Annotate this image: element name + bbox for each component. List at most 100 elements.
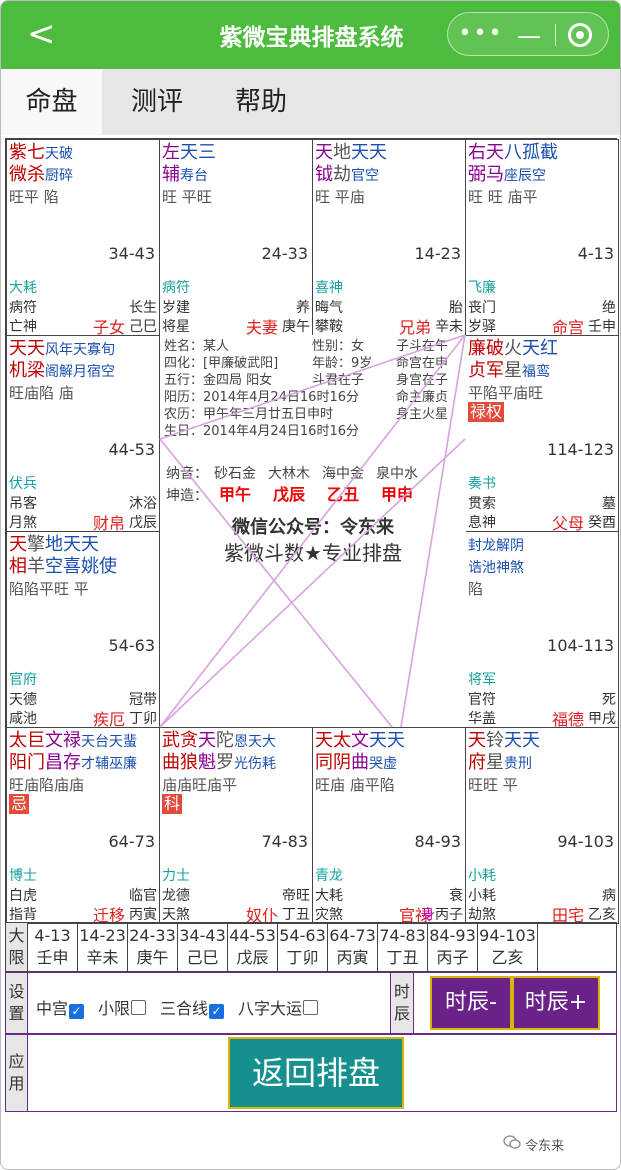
suijian-star: 小耗 xyxy=(468,888,496,904)
daxian-range: 54-63 xyxy=(279,926,326,945)
palace-ganzhi: 癸酉 xyxy=(588,512,616,531)
return-chart-button[interactable]: 返回排盘 xyxy=(228,1037,404,1109)
brightness-text: 旺 平庙 xyxy=(315,188,365,206)
star-name: 阁解月宿空 xyxy=(45,364,115,380)
info-value: 斗君在子 xyxy=(312,373,365,388)
palace-cell[interactable]: 天铃天天 府星贵刑 旺旺 平 94-103 小耗 小耗病劫煞 田宅 乙亥 xyxy=(465,727,619,924)
slogan: 紫微斗数★专业排盘 xyxy=(224,541,402,565)
settings-row: 设置 中宫 ✓ 小限 三合线 ✓ 八字大运 时辰 时辰- 时辰+ xyxy=(5,972,617,1034)
info-value: 2014年4月24日16时16分 xyxy=(203,390,359,405)
daxian-cell[interactable]: 64-73 丙寅 xyxy=(328,923,378,971)
close-circle-icon[interactable] xyxy=(568,23,592,47)
star-name: 铃 xyxy=(486,730,504,751)
nayin-item: 大林木 xyxy=(268,466,310,482)
tab-chart[interactable]: 命盘 xyxy=(1,69,102,135)
star-name: 机梁 xyxy=(9,360,45,381)
star-name: 紫七 xyxy=(9,142,45,163)
info-value: 女 xyxy=(351,339,365,354)
option-checkbox[interactable] xyxy=(131,1000,147,1015)
nayin-item: 砂石金 xyxy=(214,466,256,482)
daxian-range: 44-53 xyxy=(229,926,276,945)
info-row-right: 子斗在午 xyxy=(396,339,449,354)
palace-cell[interactable]: 太巨文禄天台天蜚 阳门昌存才辅巫廉 旺庙陷庙庙忌 64-73 博士 白虎 临官 指背 迁移 丙寅 xyxy=(6,727,160,924)
daxian-cell[interactable]: 84-93 丙子 xyxy=(428,923,478,971)
palace-cell[interactable]: 封龙解阴 诰池神煞 陷 104-113 将军 官符死华盖 福德 甲戌 xyxy=(465,531,619,728)
jiangqian-star: 咸池 xyxy=(9,711,37,727)
info-row: 阳历：2014年4月24日16时16分 xyxy=(164,390,359,406)
star-name: 福鸾 xyxy=(522,364,550,380)
daxian-range: 34-43 xyxy=(179,926,226,945)
daxian-ganzhi: 丁卯 xyxy=(286,948,319,967)
star-name: 天 xyxy=(315,142,333,163)
suijian-star: 吊客 xyxy=(9,496,37,512)
star-name: 恩天大 xyxy=(234,734,276,750)
star-name: 八孤截 xyxy=(504,142,558,163)
daxian-cell[interactable]: 74-83 丁丑 xyxy=(378,923,428,971)
boshi-star: 大耗 xyxy=(9,280,37,296)
daxian-cell[interactable]: 34-43 己巳 xyxy=(178,923,228,971)
star-line: 府星贵刑 xyxy=(468,752,616,775)
suijian-star: 病符 xyxy=(9,300,37,316)
changsheng-stage: 养 xyxy=(296,300,310,316)
tab-evaluation[interactable]: 测评 xyxy=(105,69,209,135)
bazi-row: 坤造： 甲午 戊辰 乙丑 甲申 xyxy=(166,481,424,505)
apply-row: 应用 返回排盘 xyxy=(5,1034,617,1112)
star-name: 劫 xyxy=(333,164,351,185)
info-row: 四化：[甲廉破武阳] xyxy=(164,356,278,372)
tab-help[interactable]: 帮助 xyxy=(209,69,313,135)
daxian-cell[interactable]: 54-63 丁卯 xyxy=(278,923,328,971)
option-label: 中宫 xyxy=(36,999,69,1018)
daxian-cell[interactable]: 14-23 辛未 xyxy=(78,923,128,971)
star-name: 陀 xyxy=(216,730,234,751)
daxian-cell[interactable]: 4-13 壬申 xyxy=(28,923,78,971)
changsheng-stage: 衰 xyxy=(449,888,463,904)
jiangqian-star: 天煞 xyxy=(162,907,190,923)
option-checkbox[interactable] xyxy=(303,1000,319,1015)
star-name: 文 xyxy=(351,730,369,751)
more-dots-icon[interactable]: ••• xyxy=(458,21,504,46)
palace-cell[interactable]: 廉破火天红 贞军星福鸾 平陷平庙旺 禄权 114-123 奏书 贯索墓息神 父母 癸酉 xyxy=(465,335,619,532)
changsheng-stage: 胎 xyxy=(449,300,463,316)
palace-cell[interactable]: 天太文天天 同阴曲哭虚 旺庙 庙平陷 84-93 青龙 大耗衰灾煞 官禄 身丙子 xyxy=(312,727,466,924)
suijian-star: 白虎 xyxy=(9,888,37,904)
star-name: 封龙解阴 xyxy=(468,538,524,554)
info-value: 甲午年三月廿五日申时 xyxy=(203,407,334,422)
palace-chart: 紫七天破 微杀厨碎 旺平 陷 34-43 大耗 病符 长生 亡神 子女 己巳 左天三 辅寿台旺 平旺 2… xyxy=(5,138,619,924)
palace-cell[interactable]: 天地天天 钺劫官空旺 平庙 14-23 喜神 晦气胎攀鞍 兄弟 辛未 xyxy=(312,139,466,336)
star-line: 辅寿台 xyxy=(162,164,310,187)
palace-cell[interactable]: 紫七天破 微杀厨碎 旺平 陷 34-43 大耗 病符 长生 亡神 子女 己巳 xyxy=(6,139,160,336)
ganzhi-text: 戊辰 xyxy=(129,515,157,531)
star-line: 廉破火天红 xyxy=(468,338,616,360)
jiangqian-star: 指背 xyxy=(9,907,37,923)
suijian-star: 岁建 xyxy=(162,300,190,316)
palace-cell[interactable]: 天擎地天天 相羊空喜姚使 陷陷平旺 平 54-63 官府 天德 冠带 咸池 疾厄 丁卯 xyxy=(6,531,160,728)
daxian-cell[interactable]: 44-53 戊辰 xyxy=(228,923,278,971)
shichen-next-button[interactable]: 时辰+ xyxy=(512,976,600,1030)
star-name: 武贪 xyxy=(162,730,198,751)
tab-bar: 命盘 测评 帮助 xyxy=(1,69,620,135)
jiangqian-star: 月煞 xyxy=(9,515,37,531)
bazi-pillar: 甲申 xyxy=(380,485,413,504)
option-checkbox[interactable]: ✓ xyxy=(209,1004,225,1019)
option-label: 八字大运 xyxy=(238,999,303,1018)
star-line: 紫七天破 xyxy=(9,142,157,165)
palace-cell[interactable]: 左天三 辅寿台旺 平旺 24-33 病符 岁建养将星 夫妻 庚午 xyxy=(159,139,313,336)
star-name: 相 xyxy=(9,556,27,577)
shichen-prev-button[interactable]: 时辰- xyxy=(430,976,512,1030)
boshi-star: 奏书 xyxy=(468,476,496,492)
star-name: 哭虚 xyxy=(369,756,397,772)
brightness-text: 平陷平庙旺 xyxy=(468,384,544,402)
star-name: 天三 xyxy=(180,142,216,163)
palace-cell[interactable]: 武贪天陀恩天大 曲狼魁罗光伤耗 庙庙旺庙平科 74-83 力士 龙德 帝旺 天煞 奴仆 丁丑 xyxy=(159,727,313,924)
daxian-cell[interactable]: 24-33 庚午 xyxy=(128,923,178,971)
palace-cell[interactable]: 右天八孤截 弼马座辰空旺 旺 庙平 4-13 飞廉 丧门绝岁驿 命宫 壬申 xyxy=(465,139,619,336)
daxian-cell[interactable]: 94-103 乙亥 xyxy=(478,923,538,971)
minimize-icon[interactable]: — xyxy=(514,22,544,50)
star-line: 右天八孤截 xyxy=(468,142,616,164)
suijian-star: 龙德 xyxy=(162,888,190,904)
suijian-star: 大耗 xyxy=(315,888,343,904)
jiangqian-star: 攀鞍 xyxy=(315,319,343,335)
option-checkbox[interactable]: ✓ xyxy=(69,1004,85,1019)
palace-cell[interactable]: 天天风年天寡旬 机梁阁解月宿空 旺庙陷 庙 44-53 伏兵 吊客 沐浴 月煞 财帛 戊辰 xyxy=(6,335,160,532)
decade-range: 114-123 xyxy=(547,440,614,459)
